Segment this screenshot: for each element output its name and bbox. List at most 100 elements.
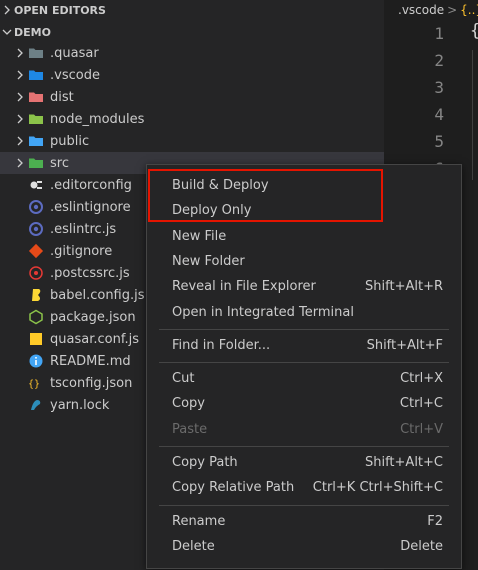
menu-item-paste: Paste Ctrl+V (147, 417, 461, 442)
open-editors-header[interactable]: OPEN EDITORS (0, 0, 384, 20)
line-number: 4 (434, 105, 444, 124)
menu-item-label: Cut (172, 371, 195, 387)
chevron-right-icon[interactable] (12, 108, 28, 130)
menu-item-copy[interactable]: Copy Ctrl+C (147, 391, 461, 416)
tree-item-label: .postcssrc.js (50, 265, 130, 281)
line-number: 3 (434, 78, 444, 97)
code-text[interactable]: { (470, 21, 478, 41)
line-number: 2 (434, 51, 444, 70)
folder-icon (28, 45, 44, 61)
menu-item-label: New Folder (172, 253, 245, 269)
chevron-down-icon (0, 22, 14, 42)
eslint-icon (28, 221, 44, 237)
chevron-right-icon[interactable] (12, 130, 28, 152)
tree-item-label: quasar.conf.js (50, 331, 139, 347)
tree-item-label: README.md (50, 353, 131, 369)
open-editors-title: OPEN EDITORS (14, 3, 106, 17)
menu-separator (159, 362, 449, 364)
menu-item-label: Paste (172, 421, 208, 437)
tree-item-label: package.json (50, 309, 136, 325)
project-header[interactable]: DEMO (0, 22, 384, 42)
project-title: DEMO (14, 25, 51, 39)
tree-item-label: src (50, 155, 69, 171)
menu-item-delete[interactable]: Delete Delete (147, 534, 461, 559)
tree-folder[interactable]: node_modules (0, 108, 384, 130)
menu-item-label: Delete (172, 538, 215, 554)
menu-item-shortcut: Shift+Alt+F (366, 337, 443, 353)
menu-item-shortcut: F2 (427, 513, 443, 529)
chevron-right-icon[interactable] (12, 64, 28, 86)
context-menu: Build & Deploy Deploy Only New File New Fol… (146, 164, 462, 569)
tree-item-label: node_modules (50, 111, 145, 127)
tree-folder[interactable]: dist (0, 86, 384, 108)
menu-item-label: Open in Integrated Terminal (172, 304, 354, 320)
menu-item-shortcut: Shift+Alt+R (365, 279, 443, 295)
js-icon (28, 331, 44, 347)
tree-item-label: tsconfig.json (50, 375, 133, 391)
menu-separator (159, 504, 449, 506)
menu-item-cut[interactable]: Cut Ctrl+X (147, 366, 461, 391)
line-number: 1 (434, 24, 444, 43)
menu-item-deploy-only[interactable]: Deploy Only (147, 198, 461, 223)
menu-item-label: Reveal in File Explorer (172, 279, 316, 295)
tree-item-label: dist (50, 89, 74, 105)
tree-item-label: .quasar (50, 45, 99, 61)
menu-item-shortcut: Delete (400, 538, 443, 554)
vscode-folder-icon (28, 67, 44, 83)
menu-item-open-in-integrated-terminal[interactable]: Open in Integrated Terminal (147, 300, 461, 325)
menu-item-label: Build & Deploy (172, 178, 269, 193)
breadcrumb-folder[interactable]: .vscode (398, 3, 444, 17)
menu-item-new-folder[interactable]: New Folder (147, 249, 461, 274)
tree-item-label: .eslintignore (50, 199, 131, 215)
menu-item-shortcut: Shift+Alt+C (364, 455, 443, 470)
menu-item-shortcut: Ctrl+X (400, 371, 443, 387)
tree-item-label: babel.config.js (50, 287, 145, 303)
public-folder-icon (28, 133, 44, 149)
menu-item-copy-path[interactable]: Copy Path Shift+Alt+C (147, 450, 461, 475)
info-icon (28, 353, 44, 369)
menu-item-rename[interactable]: Rename F2 (147, 509, 461, 534)
menu-item-label: Deploy Only (172, 203, 252, 219)
babel-icon (28, 287, 44, 303)
tree-folder[interactable]: .vscode (0, 64, 384, 86)
tree-folder[interactable]: public (0, 130, 384, 152)
chevron-right-icon[interactable] (12, 152, 28, 174)
chevron-right-icon[interactable] (12, 42, 28, 64)
menu-item-reveal-in-file-explorer[interactable]: Reveal in File Explorer Shift+Alt+R (147, 274, 461, 299)
eslint-icon (28, 199, 44, 215)
git-icon (28, 243, 44, 259)
svg-text:{}: {} (28, 379, 40, 390)
menu-item-new-file[interactable]: New File (147, 224, 461, 249)
menu-item-shortcut: Ctrl+K Ctrl+Shift+C (312, 480, 443, 496)
editorconfig-icon (28, 177, 44, 193)
tree-folder[interactable]: .quasar (0, 42, 384, 64)
menu-item-find-in-folder[interactable]: Find in Folder... Shift+Alt+F (147, 333, 461, 358)
menu-separator (159, 328, 449, 330)
menu-item-label: Rename (172, 513, 226, 529)
nodejs-icon (28, 309, 44, 325)
menu-item-shortcut: Ctrl+C (399, 396, 443, 412)
tree-item-label: .eslintrc.js (50, 221, 117, 237)
json-icon: {} (28, 375, 44, 391)
menu-item-copy-relative-path[interactable]: Copy Relative Path Ctrl+K Ctrl+Shift+C (147, 475, 461, 500)
menu-item-label: Copy Path (172, 455, 238, 470)
chevron-right-icon[interactable] (12, 86, 28, 108)
tree-item-label: .editorconfig (50, 177, 132, 193)
tree-item-label: .vscode (50, 67, 100, 83)
node-folder-icon (28, 111, 44, 127)
menu-item-build-deploy[interactable]: Build & Deploy (147, 173, 461, 198)
tree-item-label: public (50, 133, 90, 149)
line-number: 5 (434, 132, 444, 151)
json-icon: {..} (460, 3, 478, 17)
editor-breadcrumb[interactable]: .vscode > {..} (384, 0, 478, 20)
chevron-right-icon (0, 0, 14, 20)
